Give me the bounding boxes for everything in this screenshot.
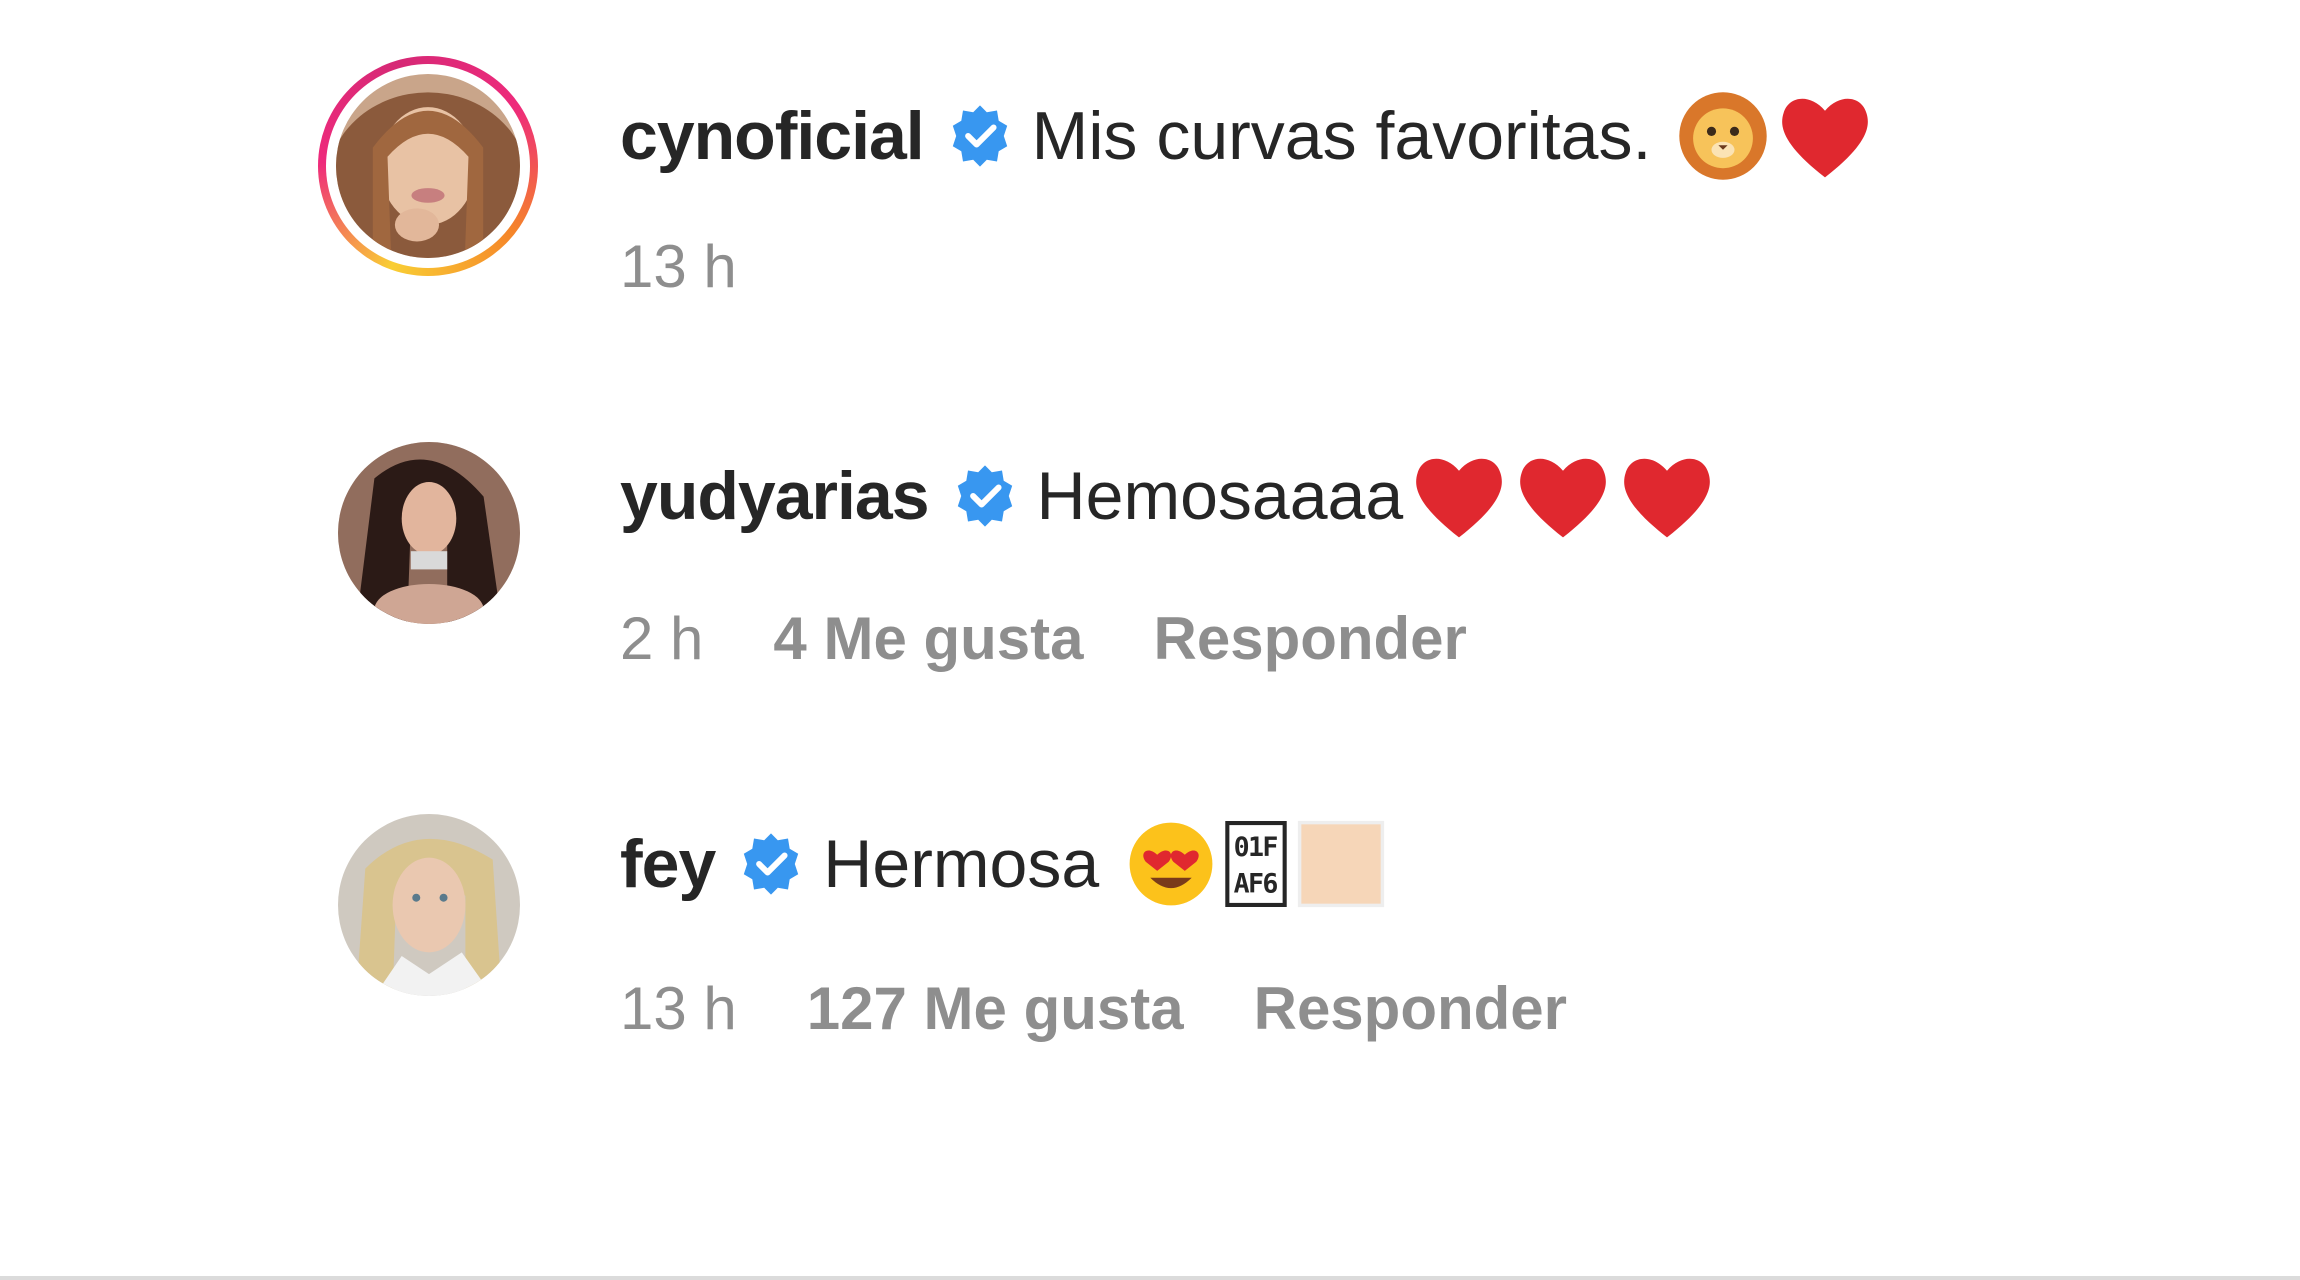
comment-meta: 13 h	[620, 226, 807, 306]
lion-face-icon	[1677, 90, 1769, 182]
verified-badge-icon	[951, 462, 1019, 530]
skin-tone-swatch-icon	[1295, 818, 1387, 910]
red-heart-icon	[1773, 90, 1877, 182]
heart-eyes-face-icon	[1125, 818, 1217, 910]
likes-count-link[interactable]: 127 Me gusta	[807, 974, 1184, 1043]
avatar[interactable]	[338, 814, 520, 996]
username-link[interactable]: cynoficial	[620, 97, 925, 175]
likes-count-link[interactable]: 4 Me gusta	[773, 604, 1083, 673]
divider	[0, 1276, 2300, 1280]
verified-badge-icon	[737, 830, 805, 898]
username-link[interactable]: yudyarias	[620, 457, 930, 535]
red-heart-icon	[1615, 450, 1719, 542]
comment-line: cynoficial Mis curvas favoritas.	[620, 86, 1877, 186]
missing-glyph-icon: 0 1 F A F 6	[1225, 821, 1287, 907]
comment-text: Mis curvas favoritas.	[1031, 98, 1652, 174]
comment-line: yudyarias Hemosaaaa	[620, 446, 1719, 546]
comment-timestamp[interactable]: 2 h	[620, 604, 703, 673]
comment-meta: 13 h 127 Me gusta Responder	[620, 968, 1567, 1048]
comment-item: yudyarias Hemosaaaa 2 h 4 Me gusta Respo…	[0, 360, 2300, 672]
comment-item: cynoficial Mis curvas favoritas. 13 h	[0, 0, 2300, 300]
comment-text: Hermosa	[823, 826, 1100, 902]
verified-badge-icon	[946, 102, 1014, 170]
comment-meta: 2 h 4 Me gusta Responder	[620, 598, 1467, 678]
svg-text:6: 6	[1262, 869, 1278, 900]
comment-item: fey Hermosa 0 1 F A F 6 13 h 127 Me gust…	[0, 730, 2300, 1042]
comment-text: Hemosaaaa	[1036, 458, 1404, 534]
story-ring[interactable]	[318, 56, 538, 276]
avatar[interactable]	[338, 442, 520, 624]
username-link[interactable]: fey	[620, 825, 716, 903]
reply-button[interactable]: Responder	[1254, 974, 1567, 1043]
avatar[interactable]	[336, 74, 520, 258]
reply-button[interactable]: Responder	[1154, 604, 1467, 673]
svg-text:F: F	[1262, 832, 1278, 863]
comment-timestamp[interactable]: 13 h	[620, 974, 737, 1043]
red-heart-icon	[1511, 450, 1615, 542]
comment-line: fey Hermosa 0 1 F A F 6	[620, 814, 1387, 914]
comment-timestamp[interactable]: 13 h	[620, 232, 737, 301]
red-heart-icon	[1407, 450, 1511, 542]
